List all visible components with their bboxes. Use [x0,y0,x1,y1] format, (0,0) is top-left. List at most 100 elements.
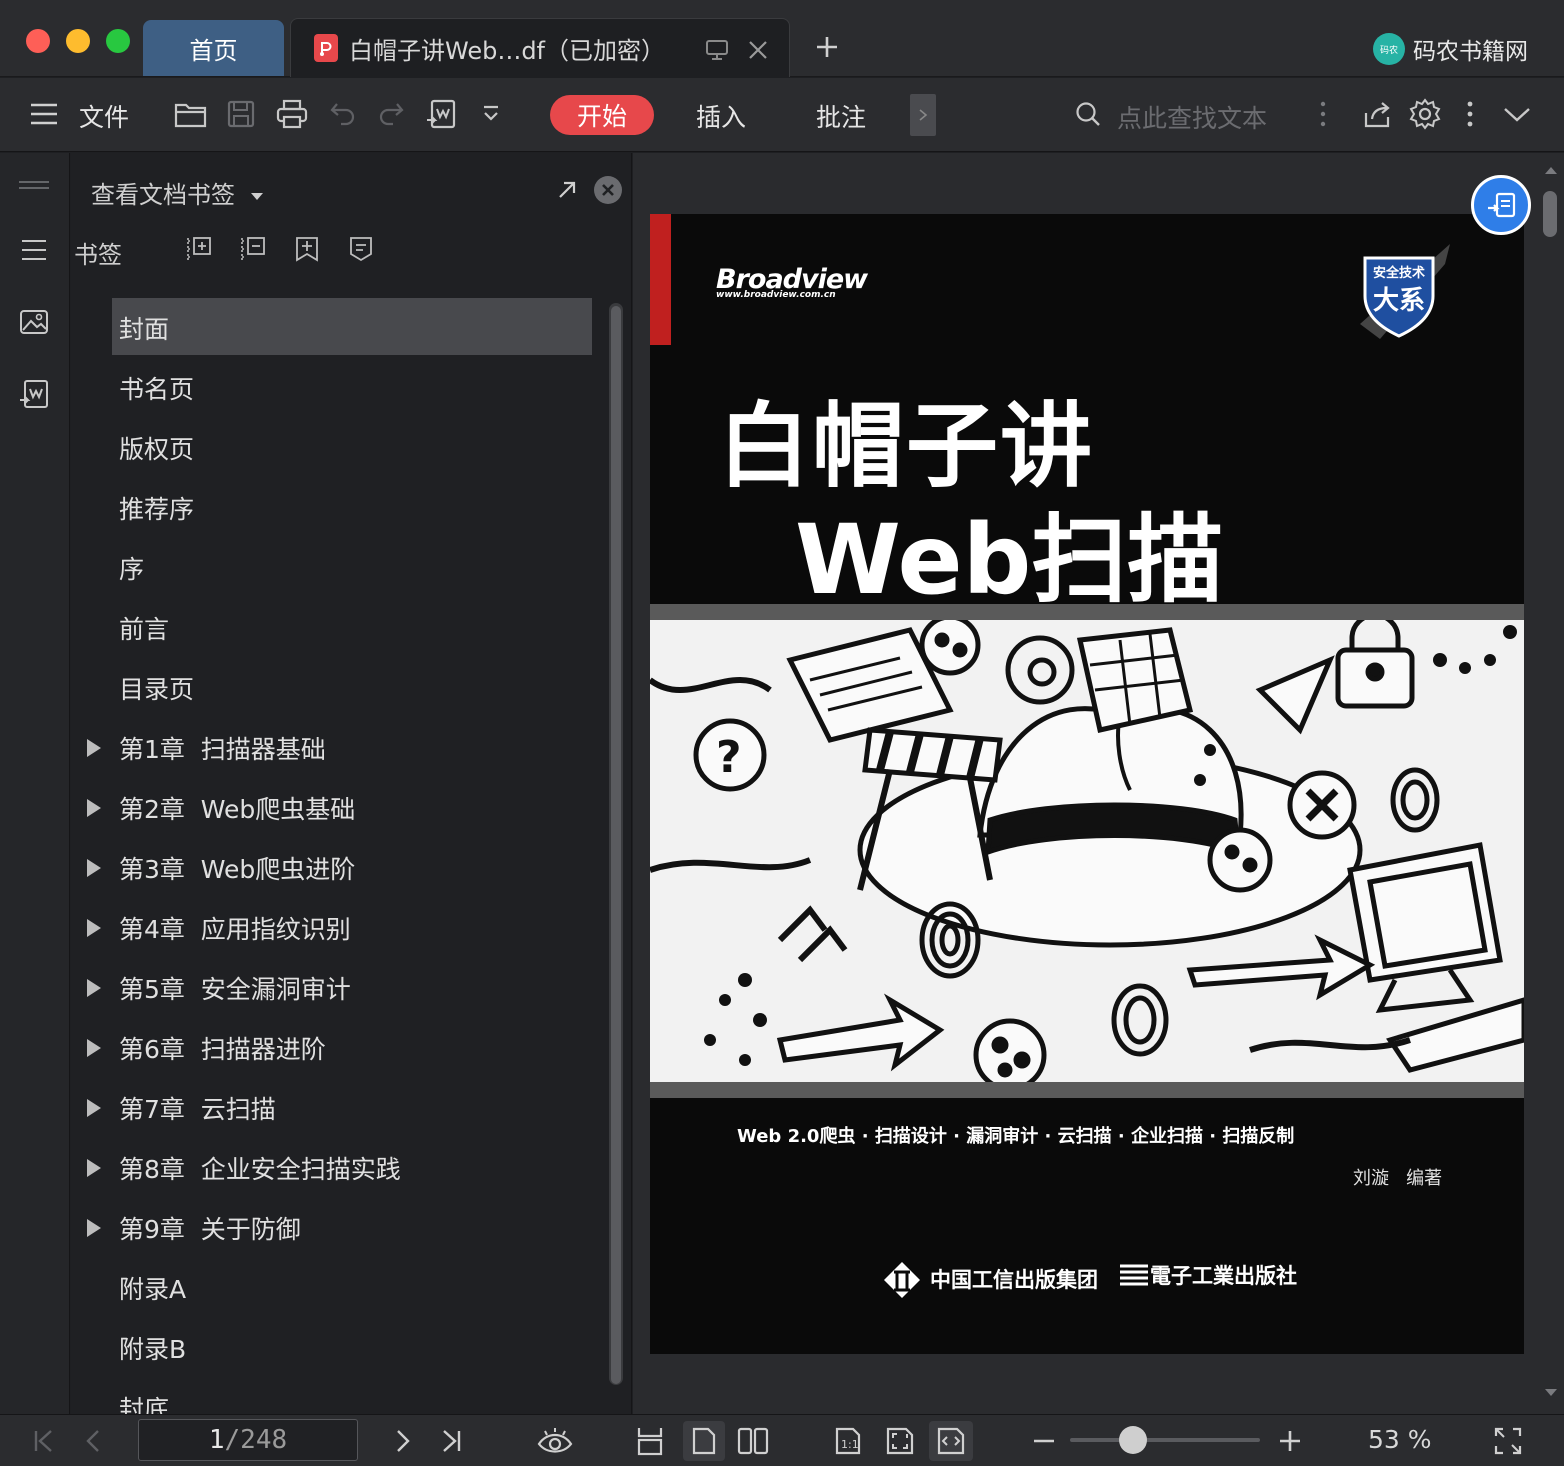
bookmark-item[interactable]: 第2章 Web爬虫基础 [71,778,606,838]
page-number-field[interactable]: 1/248 [138,1419,358,1461]
expand-caret-icon[interactable] [87,739,101,757]
zoom-slider-thumb[interactable] [1118,1426,1147,1454]
document-view[interactable]: Broadview www.broadview.com.cn 安全技术 大系 白… [633,153,1564,1414]
collapse-handle-icon[interactable] [14,165,54,205]
bookmark-item[interactable]: 第3章 Web爬虫进阶 [71,838,606,898]
bookmark-panel: 查看文档书签 书签 封面 书名页 版权页推荐序序前言 目录页 第1章 扫描器基础第2章 … [71,153,632,1414]
bookmark-item[interactable]: 第6章 扫描器进阶 [71,1018,606,1078]
bookmark-item[interactable]: 书名页 [71,358,606,418]
toolbar-overflow-button[interactable] [910,94,936,136]
expand-all-icon[interactable] [183,233,215,265]
bookmark-item[interactable]: 推荐序 [71,478,606,538]
bookmark-label: 第2章 Web爬虫基础 [119,795,356,824]
bookmark-item[interactable]: 封面 [71,298,606,358]
bookmark-item[interactable]: 第7章 云扫描 [71,1078,606,1138]
thumbnails-icon[interactable] [14,302,54,342]
actual-size-icon[interactable]: 1:1 [830,1423,866,1459]
expand-caret-icon[interactable] [87,1159,101,1177]
expand-caret-icon[interactable] [87,1039,101,1057]
zoom-out-icon[interactable] [1026,1423,1062,1459]
zoom-slider-track[interactable] [1070,1438,1260,1442]
eye-protection-icon[interactable] [537,1423,573,1459]
share-icon[interactable] [1360,96,1396,132]
fit-page-icon[interactable] [882,1423,918,1459]
bookmark-label: 推荐序 [119,495,195,524]
tab-annotate[interactable]: 批注 [816,98,866,134]
bookmark-item[interactable]: 封底 [71,1378,606,1414]
document-scrollbar-thumb[interactable] [1543,191,1557,237]
file-menu[interactable]: 文件 [79,98,129,134]
convert-document-icon[interactable] [14,374,54,414]
bookmark-item[interactable]: 第5章 安全漏洞审计 [71,958,606,1018]
scroll-up-arrow-icon[interactable] [1545,167,1557,174]
svg-text:1:1: 1:1 [841,1438,859,1451]
bookmark-label: 序 [119,555,145,584]
close-panel-icon[interactable] [594,176,622,204]
bookmark-item[interactable]: 第4章 应用指纹识别 [71,898,606,958]
tab-document[interactable]: 白帽子讲Web…df（已加密） [290,18,790,77]
search-input[interactable]: 点此查找文本 [1117,99,1267,135]
fit-width-icon[interactable] [929,1421,973,1461]
new-tab-icon[interactable] [815,35,839,59]
vertical-dots-icon[interactable] [1305,96,1341,132]
redo-icon[interactable] [373,96,409,132]
single-page-view-icon[interactable] [683,1421,725,1461]
screen-icon[interactable] [705,39,729,61]
save-icon[interactable] [223,96,259,132]
edit-bookmark-icon[interactable] [345,233,377,265]
bookmark-item[interactable]: 附录B [71,1318,606,1378]
collapse-all-icon[interactable] [237,233,269,265]
zoom-in-icon[interactable] [1272,1423,1308,1459]
cover-publisher-url: www.broadview.com.cn [716,290,836,300]
expand-caret-icon[interactable] [87,799,101,817]
first-page-icon[interactable] [26,1423,62,1459]
bookmark-item[interactable]: 版权页 [71,418,606,478]
bookmark-item[interactable]: 第1章 扫描器基础 [71,718,606,778]
zoom-level[interactable]: 53 % [1368,1425,1432,1454]
undo-icon[interactable] [325,96,361,132]
search-icon[interactable] [1070,96,1106,132]
tab-start[interactable]: 开始 [550,95,654,135]
more-options-icon[interactable] [1452,96,1488,132]
continuous-scroll-icon[interactable] [632,1423,668,1459]
bookmarks-list-icon[interactable] [14,230,54,270]
expand-caret-icon[interactable] [87,859,101,877]
bookmarks-section-label: 书签 [74,241,122,269]
scroll-down-arrow-icon[interactable] [1545,1389,1557,1396]
last-page-icon[interactable] [433,1423,469,1459]
panel-scrollbar-thumb[interactable] [611,306,621,1384]
next-page-icon[interactable] [385,1423,421,1459]
more-tools-dropdown-icon[interactable] [473,96,509,132]
expand-caret-icon[interactable] [87,1099,101,1117]
add-bookmark-icon[interactable] [291,233,323,265]
close-tab-icon[interactable] [747,39,769,61]
bookmark-item[interactable]: 序 [71,538,606,598]
bookmark-item[interactable]: 第9章 关于防御 [71,1198,606,1258]
bookmark-item[interactable]: 前言 [71,598,606,658]
gear-icon[interactable] [1407,96,1443,132]
panel-title-dropdown[interactable]: 查看文档书签 [91,175,263,210]
expand-caret-icon[interactable] [87,979,101,997]
zoom-window-button[interactable] [106,29,130,53]
convert-floating-button[interactable] [1471,175,1531,235]
bookmark-item[interactable]: 目录页 [71,658,606,718]
close-window-button[interactable] [26,29,50,53]
hamburger-menu-icon[interactable] [26,96,62,132]
fullscreen-icon[interactable] [1490,1423,1526,1459]
bookmark-label: 第7章 云扫描 [119,1095,276,1124]
two-page-view-icon[interactable] [735,1423,771,1459]
open-folder-icon[interactable] [173,96,209,132]
print-icon[interactable] [274,96,310,132]
tab-home[interactable]: 首页 [143,20,284,76]
pop-out-icon[interactable] [556,179,578,201]
bookmark-item[interactable]: 附录A [71,1258,606,1318]
cover-band-top [650,604,1524,620]
tab-insert[interactable]: 插入 [696,98,746,134]
export-document-icon[interactable] [423,96,459,132]
previous-page-icon[interactable] [75,1423,111,1459]
expand-caret-icon[interactable] [87,1219,101,1237]
bookmark-item[interactable]: 第8章 企业安全扫描实践 [71,1138,606,1198]
minimize-window-button[interactable] [66,29,90,53]
expand-caret-icon[interactable] [87,919,101,937]
chevron-down-icon[interactable] [1499,96,1535,132]
